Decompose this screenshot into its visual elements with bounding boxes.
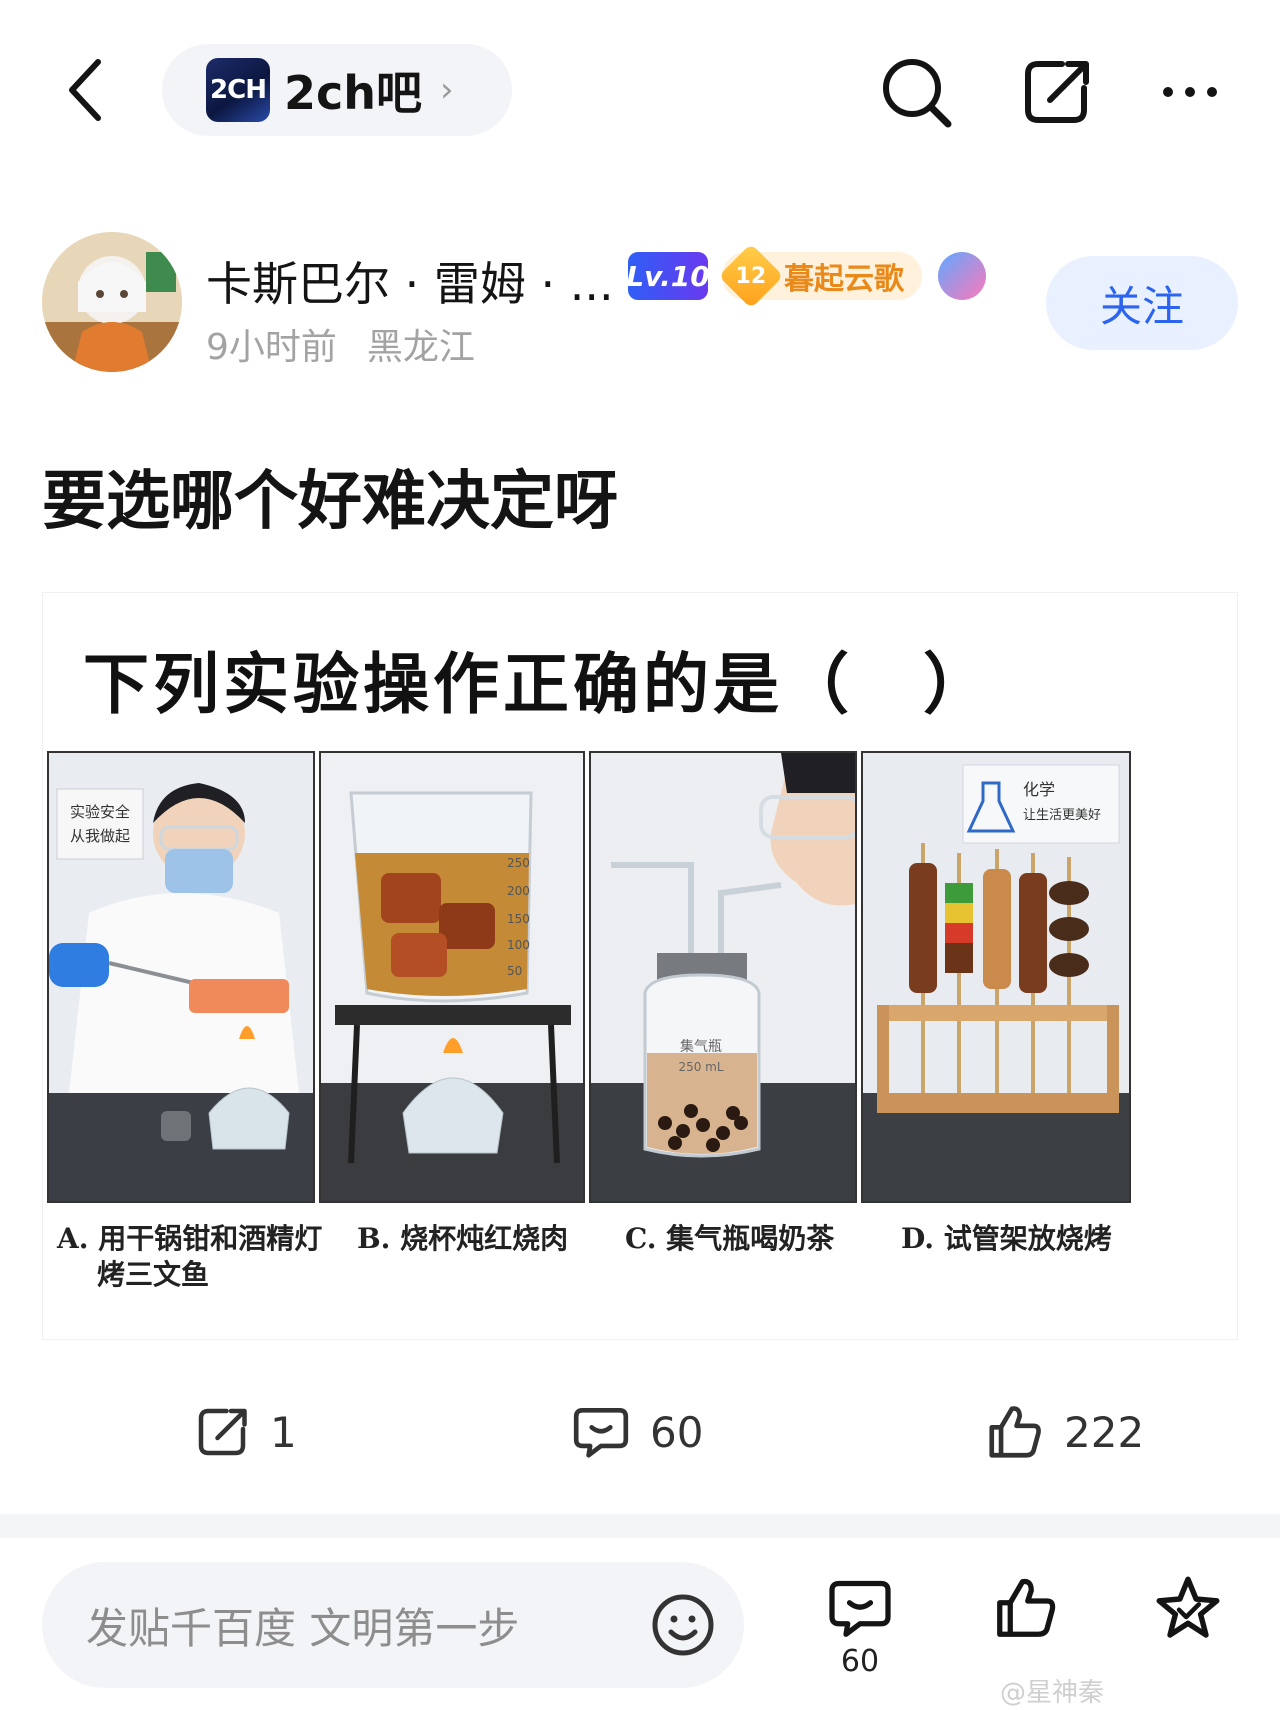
like-count: 222: [1064, 1407, 1145, 1457]
comment-icon: [573, 1407, 629, 1458]
panel-c-image: 集气瓶 250 mL: [589, 751, 857, 1203]
post-image[interactable]: 下列实验操作正确的是（ ） 实验安全 从我做起 250 200 150 100 …: [42, 592, 1238, 1340]
comment-icon: [829, 1580, 891, 1637]
sign-d-line1: 化学: [1023, 780, 1055, 799]
share-action[interactable]: 1: [192, 1394, 297, 1470]
beaker-mark: 150: [507, 912, 530, 926]
search-icon: [883, 59, 952, 128]
chevron-right-icon: ›: [440, 70, 454, 110]
search-button[interactable]: [876, 52, 956, 132]
like-action[interactable]: 222: [984, 1394, 1144, 1470]
level-badge: Lv.10: [626, 252, 710, 300]
back-icon: [69, 59, 101, 121]
author-name[interactable]: 卡斯巴尔 · 雷姆 · ...: [206, 248, 614, 314]
quiz-question: 下列实验操作正确的是（ ）: [83, 645, 993, 723]
panel-a-image: 实验安全 从我做起: [47, 751, 315, 1203]
forum-logo: 2CH: [206, 58, 270, 122]
beaker-mark: 50: [507, 964, 522, 978]
beaker-mark: 250: [507, 856, 530, 870]
bottom-comment-count: 60: [840, 1644, 880, 1679]
option-d: D. 试管架放烧烤: [901, 1222, 1112, 1255]
share-button[interactable]: [1016, 52, 1096, 132]
post-location: 黑龙江: [366, 327, 475, 368]
bottle-volume: 250 mL: [678, 1060, 723, 1074]
beaker-mark: 200: [507, 884, 530, 898]
more-icon: [1163, 87, 1217, 97]
comments-button[interactable]: [820, 1568, 900, 1648]
thumbs-up-icon: [997, 1578, 1056, 1637]
panel-d-image: 化学 让生活更美好: [861, 751, 1131, 1203]
sign-d-line2: 让生活更美好: [1023, 808, 1101, 823]
beaker-mark: 100: [507, 938, 530, 952]
favorite-button[interactable]: [1148, 1568, 1228, 1648]
comment-action[interactable]: 60: [570, 1394, 703, 1470]
watermark: @星神秦: [1000, 1678, 1105, 1708]
sign-a-line2: 从我做起: [70, 827, 130, 845]
guild-level-icon: 12: [718, 243, 784, 309]
bottle-label: 集气瓶: [680, 1038, 722, 1055]
compose-placeholder: 发贴千百度 文明第一步: [86, 1603, 520, 1653]
forum-name: 2ch吧: [284, 66, 423, 120]
compose-input[interactable]: 发贴千百度 文明第一步: [42, 1562, 744, 1688]
post-time: 9小时前: [206, 327, 337, 368]
post-title: 要选哪个好难决定呀: [42, 465, 618, 539]
top-nav-bar: 2CH 2ch吧 ›: [0, 0, 1280, 180]
back-button[interactable]: [58, 52, 118, 128]
panel-b-image: 250 200 150 100 50: [319, 751, 585, 1203]
emoji-icon[interactable]: [650, 1592, 716, 1658]
post-meta: 9小时前 黑龙江: [206, 318, 475, 370]
option-a: A. 用干锅钳和酒精灯 烤三文鱼: [57, 1222, 323, 1291]
author-avatar[interactable]: [42, 232, 182, 372]
share-icon: [198, 1408, 247, 1456]
forum-link[interactable]: 2CH 2ch吧 ›: [162, 44, 512, 136]
option-b: B. 烧杯炖红烧肉: [357, 1222, 569, 1255]
more-button[interactable]: [1150, 52, 1230, 132]
star-icon: [1156, 1576, 1220, 1638]
thumbs-up-icon: [989, 1406, 1041, 1458]
share-icon: [1025, 61, 1089, 123]
sign-a-line1: 实验安全: [70, 803, 130, 821]
post-actions: 1 60 222: [0, 1372, 1280, 1492]
guild-badge[interactable]: 12 暮起云歌: [718, 243, 922, 309]
badge-icon: [938, 252, 986, 300]
comment-count: 60: [650, 1407, 704, 1457]
avatar-illustration: [42, 232, 182, 372]
share-count: 1: [270, 1407, 297, 1457]
like-button[interactable]: [986, 1568, 1066, 1648]
guild-name: 暮起云歌: [784, 262, 904, 297]
option-c: C. 集气瓶喝奶茶: [625, 1222, 835, 1255]
section-divider: [0, 1514, 1280, 1538]
follow-button[interactable]: 关注: [1046, 256, 1238, 350]
